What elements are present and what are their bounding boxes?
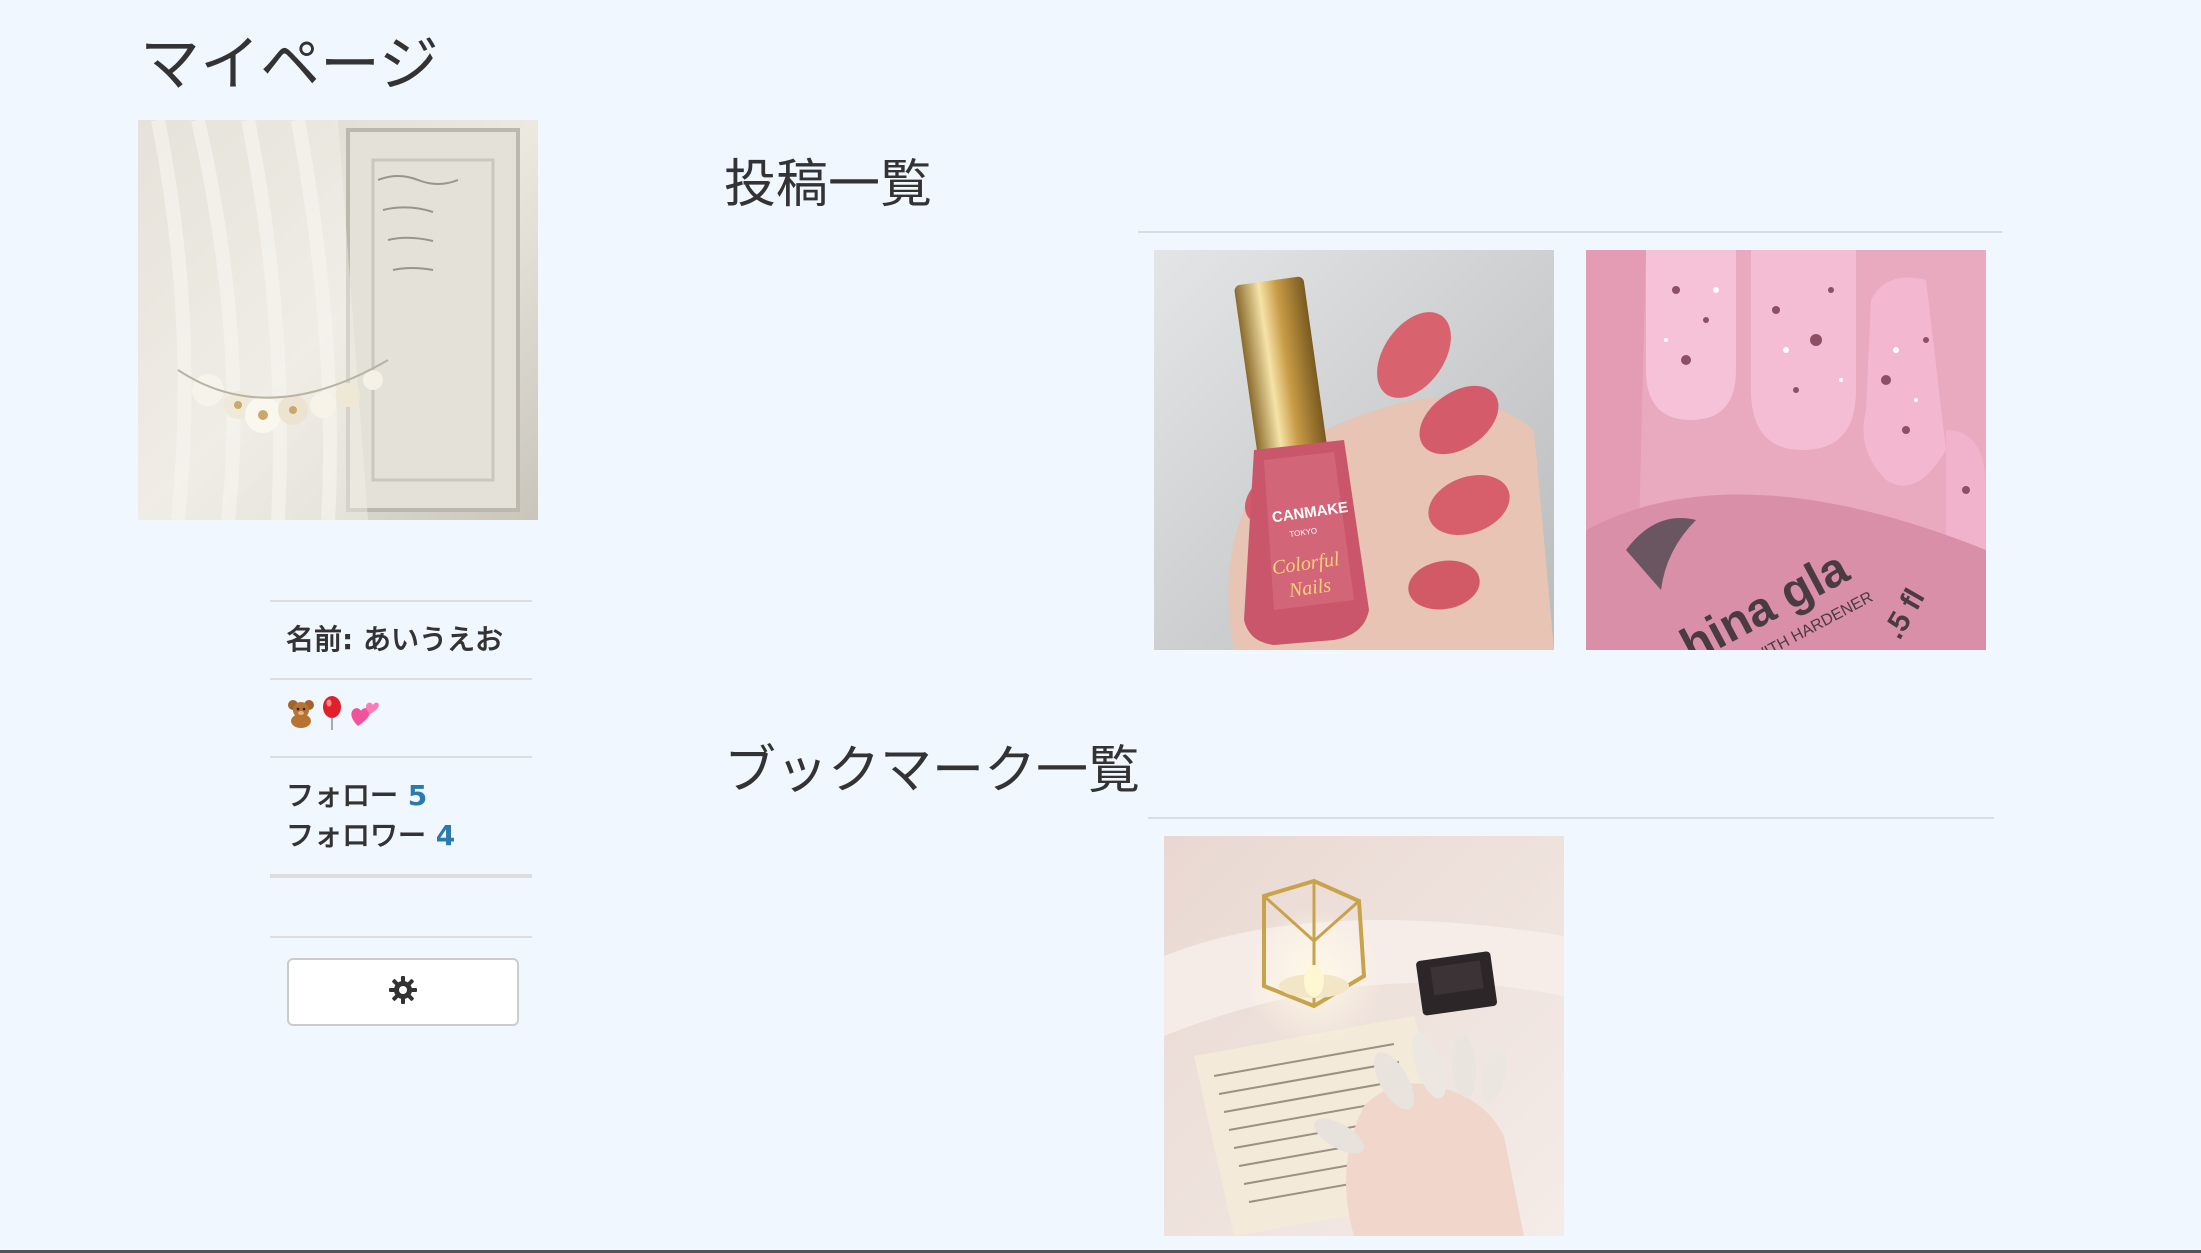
settings-section xyxy=(270,936,532,1026)
avatar xyxy=(138,120,538,520)
profile-info: 名前: あいうえお フォロー 5 フォロワー 4 xyxy=(270,600,532,878)
teddy-bear-icon xyxy=(286,698,316,739)
bookmarks-heading: ブックマーク一覧 xyxy=(724,741,1141,801)
follow-link[interactable]: フォロー 5 xyxy=(286,776,516,816)
settings-button[interactable] xyxy=(287,958,519,1026)
follower-count[interactable]: 4 xyxy=(436,819,455,852)
profile-divider xyxy=(270,874,532,878)
follow-label: フォロー xyxy=(286,779,399,812)
balloon-icon xyxy=(320,695,344,741)
follower-link[interactable]: フォロワー 4 xyxy=(286,816,516,856)
two-hearts-icon xyxy=(348,698,380,739)
post-thumbnail-2[interactable]: hina gla quer WITH HARDENER .5 fl xyxy=(1586,250,1986,650)
follower-label: フォロワー xyxy=(286,819,427,852)
bookmarks-divider xyxy=(1148,817,1994,819)
page-title: マイページ xyxy=(140,30,439,100)
follow-count[interactable]: 5 xyxy=(408,779,427,812)
my-page: マイページ 名前: あいうえお フォロー 5 フォロワー 4 投稿一覧 CANM… xyxy=(0,0,2201,1253)
gear-icon xyxy=(388,975,418,1009)
profile-bio xyxy=(270,678,532,756)
avatar-image xyxy=(138,120,538,520)
posts-heading: 投稿一覧 xyxy=(724,155,933,215)
posts-divider xyxy=(1138,231,2002,233)
post-thumbnail-1[interactable]: CANMAKE TOKYO Colorful Nails xyxy=(1154,250,1554,650)
bookmark-thumbnail-1[interactable] xyxy=(1164,836,1564,1236)
profile-follow-stats: フォロー 5 フォロワー 4 xyxy=(270,756,532,874)
profile-name: 名前: あいうえお xyxy=(270,600,532,678)
